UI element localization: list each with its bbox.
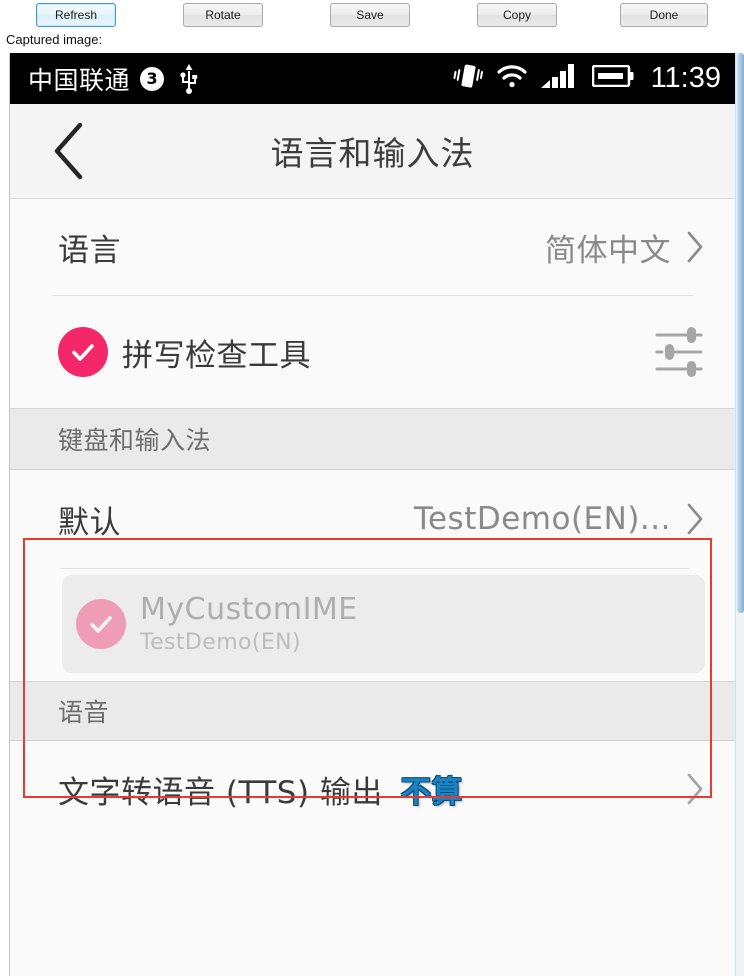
- save-button-label: Save: [356, 8, 384, 22]
- row-default-ime[interactable]: 默认 TestDemo(EN)...: [10, 470, 735, 568]
- ime-item-title: MyCustomIME: [140, 592, 358, 627]
- copy-button-label: Copy: [502, 8, 531, 22]
- signal-bars-icon: [540, 63, 579, 94]
- vibrate-icon: [453, 62, 483, 95]
- section-header-speech: 语音: [10, 681, 735, 741]
- page-title: 语言和输入法: [270, 134, 475, 173]
- status-bar-icons: 11:39: [453, 62, 721, 95]
- section-header-keyboard-label: 键盘和输入法: [58, 426, 212, 455]
- row-spell-checker-title: 拼写检查工具: [122, 337, 311, 374]
- chevron-right-icon: [685, 772, 705, 806]
- host-toolbar: Refresh Rotate Save Copy Done Captured i…: [0, 0, 744, 52]
- list-item-mycustomime[interactable]: MyCustomIME TestDemo(EN): [62, 575, 705, 673]
- action-bar: 语言和输入法: [10, 104, 735, 199]
- row-language-title: 语言: [58, 232, 121, 269]
- status-bar-clock: 11:39: [650, 62, 721, 94]
- sim-slot-badge: 3: [140, 66, 165, 91]
- done-button[interactable]: Done: [620, 3, 708, 27]
- carrier-label: 中国联通: [28, 65, 131, 95]
- sliders-icon[interactable]: [653, 324, 705, 380]
- battery-icon: [591, 64, 634, 92]
- captured-phone-screenshot: 中国联通 3 11:39 语言和输入法 语言 简体中文 拼写检查工具 键盘和输入…: [9, 53, 735, 976]
- android-status-bar: 中国联通 3 11:39: [10, 53, 735, 104]
- row-language[interactable]: 语言 简体中文: [10, 199, 735, 295]
- captured-image-label: Captured image:: [6, 32, 103, 47]
- row-default-ime-title: 默认: [58, 504, 121, 541]
- scrollbar-thumb[interactable]: [737, 53, 744, 613]
- ime-list: MyCustomIME TestDemo(EN): [10, 569, 735, 681]
- refresh-button[interactable]: Refresh: [36, 3, 116, 27]
- row-tts-output[interactable]: 文字转语音 (TTS) 输出 不算: [10, 741, 735, 837]
- speech-settings-block: 文字转语音 (TTS) 输出 不算: [10, 741, 735, 837]
- ime-item-texts: MyCustomIME TestDemo(EN): [140, 593, 358, 655]
- row-language-value: 简体中文: [545, 232, 671, 269]
- chevron-right-icon: [685, 230, 705, 264]
- mycustomime-check-icon[interactable]: [76, 599, 126, 649]
- wifi-icon: [496, 63, 528, 94]
- section-header-keyboard: 键盘和输入法: [10, 408, 735, 470]
- general-settings-block: 语言 简体中文 拼写检查工具: [10, 199, 735, 408]
- row-spell-checker[interactable]: 拼写检查工具: [10, 296, 735, 408]
- rotate-button-label: Rotate: [205, 8, 241, 22]
- usb-icon: [178, 63, 200, 94]
- spell-checker-check-icon[interactable]: [58, 327, 108, 377]
- chevron-left-icon[interactable]: [52, 122, 86, 180]
- refresh-button-label: Refresh: [54, 8, 98, 22]
- rotate-button[interactable]: Rotate: [183, 3, 263, 27]
- row-default-ime-value: TestDemo(EN)...: [413, 501, 671, 537]
- keyboard-settings-block: 默认 TestDemo(EN)... MyCustomIME TestDemo(…: [10, 470, 735, 681]
- ime-item-subtitle: TestDemo(EN): [140, 630, 302, 655]
- done-button-label: Done: [649, 8, 679, 22]
- save-button[interactable]: Save: [330, 3, 410, 27]
- chevron-right-icon: [685, 502, 705, 536]
- vertical-scrollbar[interactable]: [735, 53, 744, 976]
- annotation-text-buson: 不算: [400, 775, 463, 810]
- row-tts-output-title: 文字转语音 (TTS) 输出: [58, 774, 383, 811]
- copy-button[interactable]: Copy: [477, 3, 557, 27]
- section-header-speech-label: 语音: [58, 698, 110, 727]
